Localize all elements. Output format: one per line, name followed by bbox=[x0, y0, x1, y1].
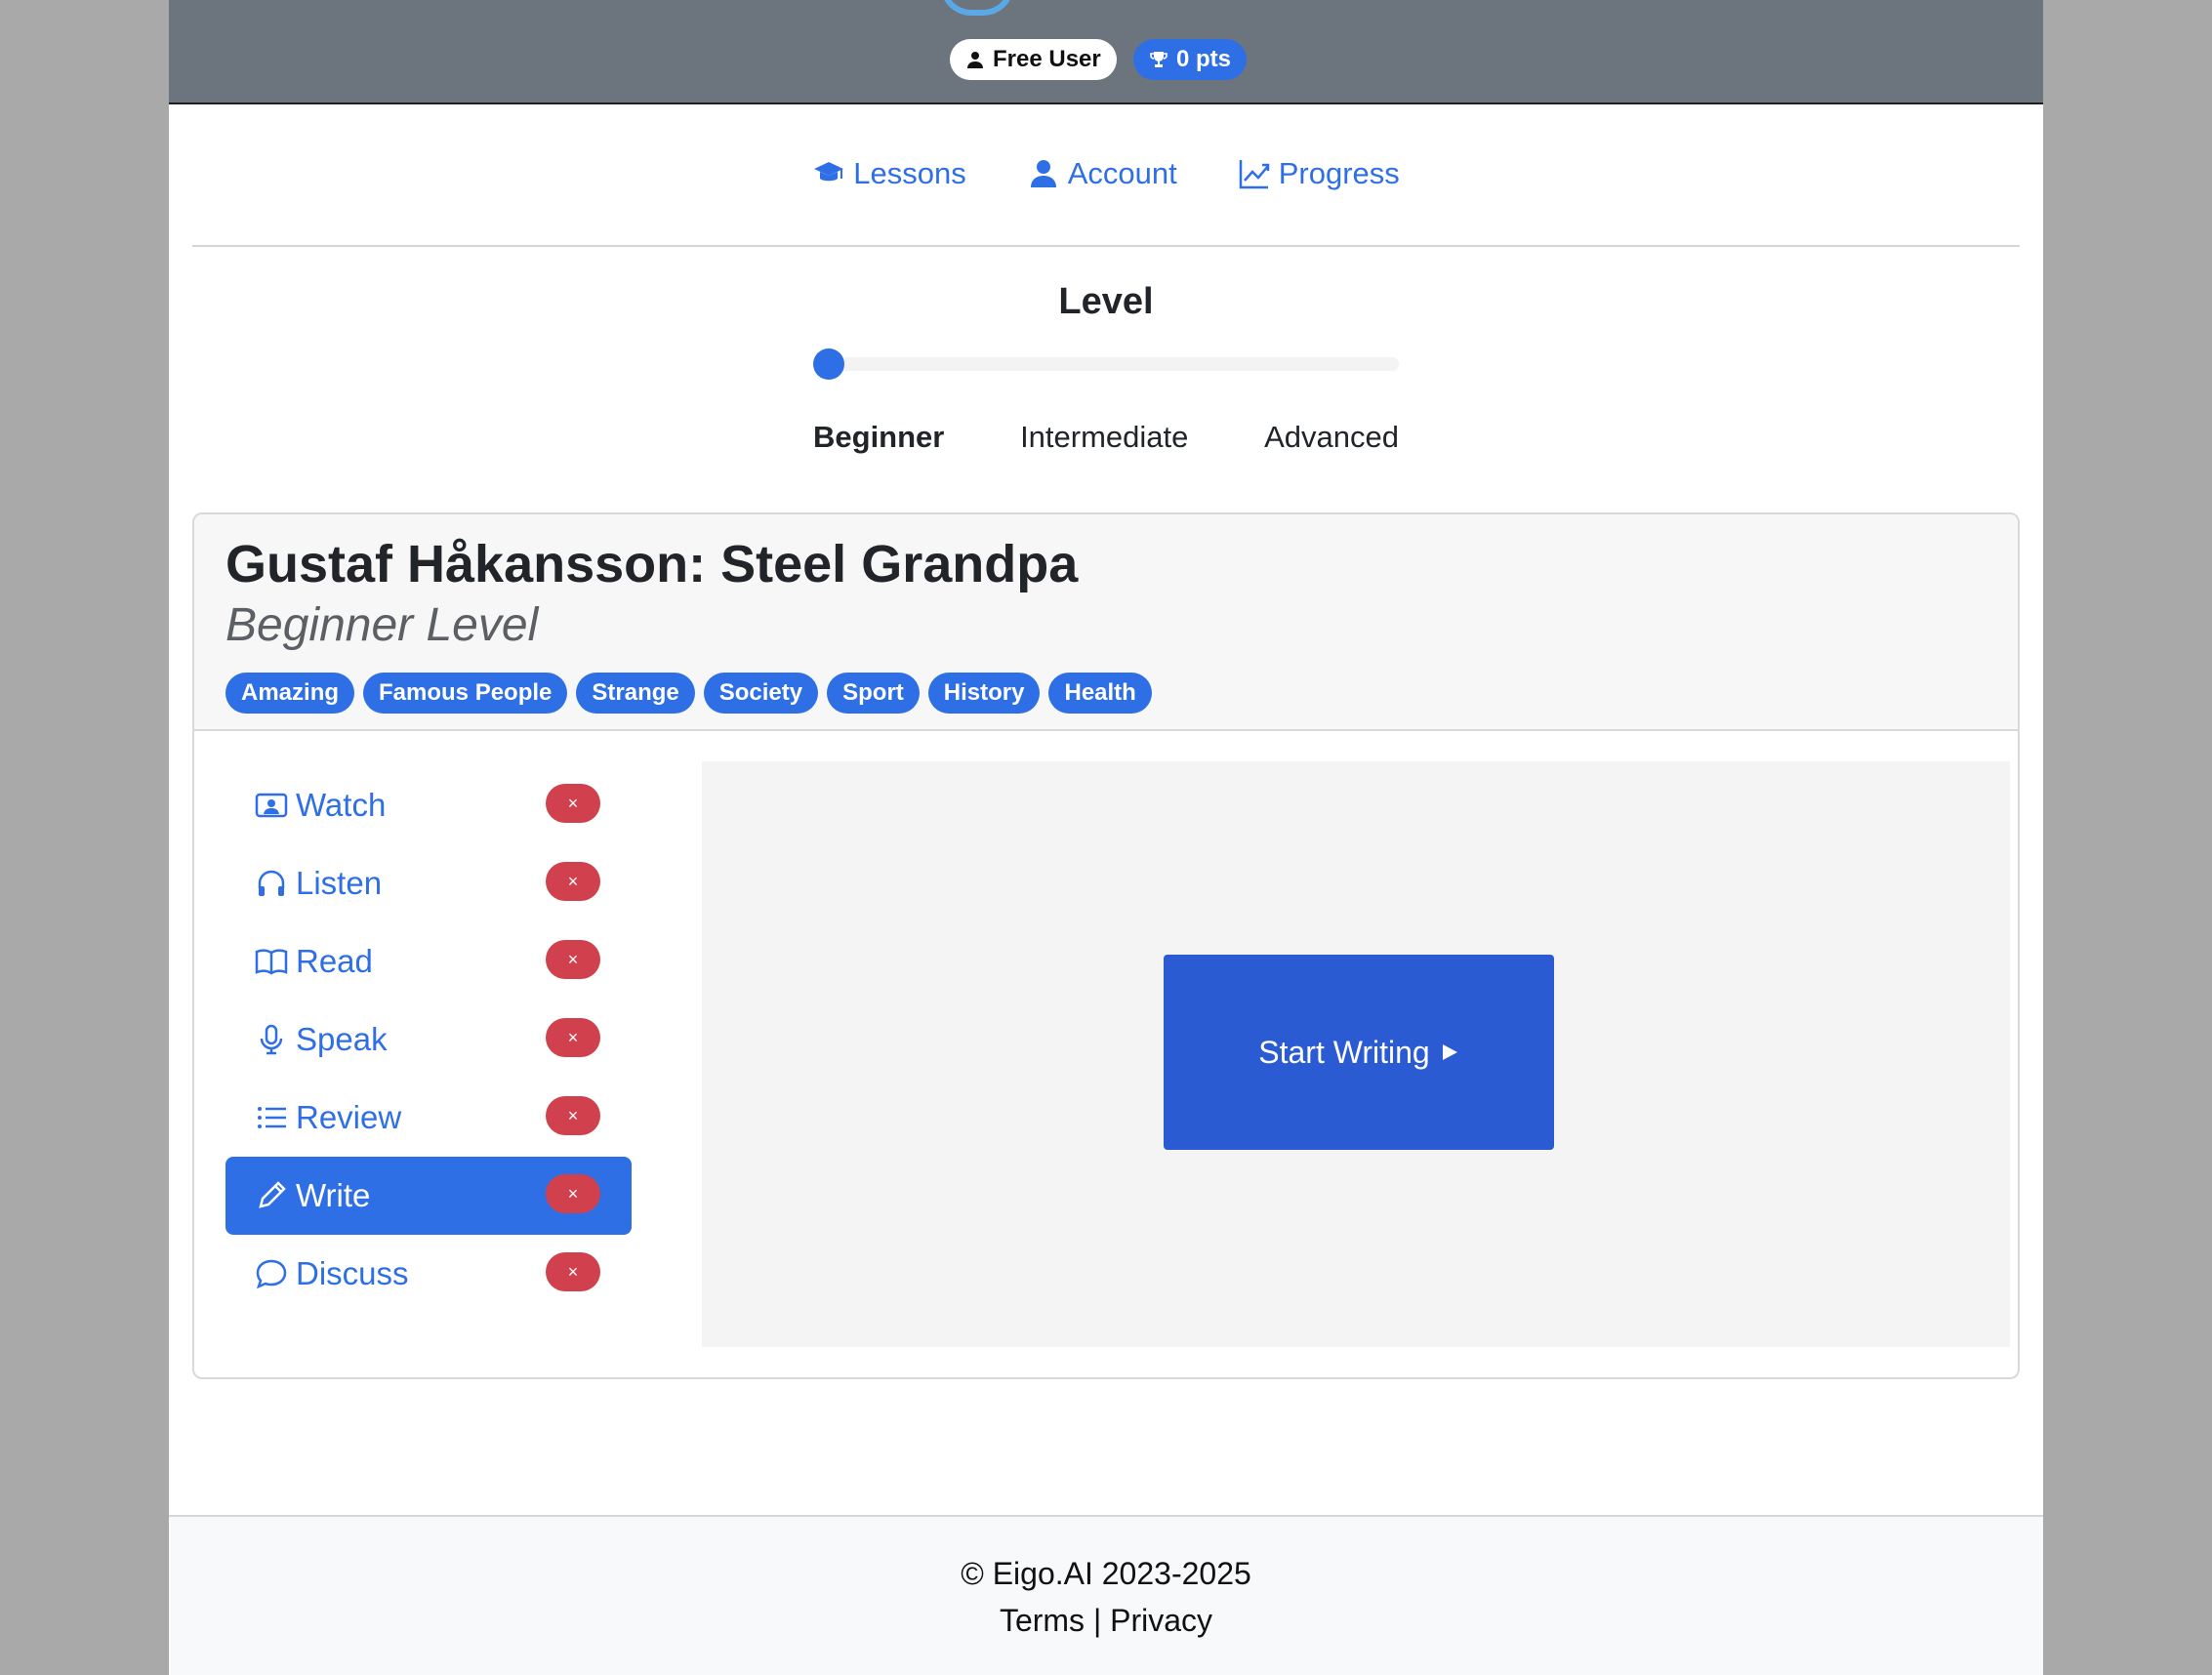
level-slider-handle[interactable] bbox=[813, 348, 844, 380]
level-option-advanced[interactable]: Advanced bbox=[1264, 420, 1399, 455]
chat-icon bbox=[256, 1259, 287, 1289]
level-options: Beginner Intermediate Advanced bbox=[813, 420, 1399, 455]
user-badge: Free User bbox=[950, 39, 1117, 80]
nav-account-label: Account bbox=[1067, 156, 1177, 190]
tag[interactable]: Health bbox=[1048, 673, 1152, 714]
nav-lessons-label: Lessons bbox=[853, 156, 966, 190]
start-writing-label: Start Writing bbox=[1258, 1034, 1430, 1070]
user-icon bbox=[967, 52, 983, 68]
menu-item-write[interactable]: Write × bbox=[225, 1157, 632, 1235]
lesson-card: Gustaf Håkansson: Steel Grandpa Beginner… bbox=[192, 512, 2020, 1379]
tag[interactable]: Strange bbox=[576, 673, 695, 714]
nav-progress[interactable]: Progress bbox=[1238, 156, 1400, 191]
menu-item-label: Discuss bbox=[296, 1255, 409, 1291]
book-icon bbox=[255, 949, 288, 975]
level-slider[interactable] bbox=[813, 348, 1399, 380]
main-nav: Lessons Account Progress bbox=[169, 156, 2043, 191]
lesson-level: Beginner Level bbox=[225, 599, 539, 651]
menu-item-speak[interactable]: Speak × bbox=[225, 1001, 632, 1079]
menu-item-label: Listen bbox=[296, 865, 383, 901]
pencil-icon bbox=[259, 1181, 286, 1208]
logo-icon bbox=[940, 0, 1014, 16]
tag[interactable]: Amazing bbox=[225, 673, 355, 714]
status-badge: × bbox=[546, 1252, 600, 1291]
top-header: Free User 0 pts bbox=[169, 0, 2043, 104]
list-icon bbox=[258, 1107, 286, 1128]
user-badge-label: Free User bbox=[993, 46, 1101, 72]
status-badge: × bbox=[546, 1096, 600, 1135]
app-page: Free User 0 pts Lessons Account Progress… bbox=[169, 0, 2043, 1675]
privacy-link[interactable]: Privacy bbox=[1110, 1603, 1212, 1638]
activity-menu: Watch × Listen × Read × Speak × Review ×… bbox=[225, 766, 632, 1313]
menu-item-review[interactable]: Review × bbox=[225, 1079, 632, 1157]
tag[interactable]: Society bbox=[703, 673, 819, 714]
nav-progress-label: Progress bbox=[1278, 156, 1400, 190]
footer: © Eigo.AI 2023-2025 Terms | Privacy bbox=[169, 1515, 2043, 1675]
terms-link[interactable]: Terms bbox=[1000, 1603, 1085, 1638]
menu-item-discuss[interactable]: Discuss × bbox=[225, 1235, 632, 1313]
lesson-header: Gustaf Håkansson: Steel Grandpa Beginner… bbox=[194, 514, 2018, 731]
points-badge: 0 pts bbox=[1133, 39, 1248, 80]
footer-links: Terms | Privacy bbox=[169, 1603, 2043, 1639]
lesson-title: Gustaf Håkansson: Steel Grandpa bbox=[225, 535, 1079, 593]
level-option-intermediate[interactable]: Intermediate bbox=[1020, 420, 1188, 455]
tag[interactable]: History bbox=[927, 673, 1041, 714]
menu-item-label: Read bbox=[296, 943, 373, 979]
menu-item-label: Write bbox=[296, 1177, 371, 1213]
headphones-icon bbox=[258, 870, 285, 896]
nav-account[interactable]: Account bbox=[1027, 156, 1177, 191]
divider bbox=[192, 245, 2020, 247]
graduation-cap-icon bbox=[814, 162, 844, 182]
tag-list: Amazing Famous People Strange Society Sp… bbox=[225, 673, 1152, 714]
user-icon bbox=[1030, 160, 1056, 187]
menu-item-read[interactable]: Read × bbox=[225, 922, 632, 1001]
status-badge: × bbox=[546, 1018, 600, 1057]
video-icon bbox=[255, 793, 288, 818]
play-icon bbox=[1442, 1044, 1457, 1060]
trophy-icon bbox=[1150, 52, 1167, 67]
status-badge: × bbox=[546, 940, 600, 979]
tag[interactable]: Famous People bbox=[363, 673, 568, 714]
status-badge: × bbox=[546, 862, 600, 901]
menu-item-watch[interactable]: Watch × bbox=[225, 766, 632, 844]
nav-lessons[interactable]: Lessons bbox=[812, 156, 966, 191]
tag[interactable]: Sport bbox=[827, 673, 920, 714]
footer-separator: | bbox=[1092, 1603, 1102, 1638]
status-badge: × bbox=[546, 784, 600, 823]
menu-item-label: Watch bbox=[296, 787, 387, 823]
points-badge-label: 0 pts bbox=[1176, 46, 1232, 72]
menu-item-listen[interactable]: Listen × bbox=[225, 844, 632, 922]
level-option-beginner[interactable]: Beginner bbox=[813, 420, 944, 455]
copyright-text: © Eigo.AI 2023-2025 bbox=[961, 1556, 1251, 1591]
start-writing-button[interactable]: Start Writing bbox=[1164, 955, 1554, 1150]
menu-item-label: Review bbox=[296, 1099, 402, 1135]
level-heading: Level bbox=[1058, 281, 1154, 322]
status-badge: × bbox=[546, 1174, 600, 1213]
menu-item-label: Speak bbox=[296, 1021, 388, 1057]
activity-panel: Start Writing bbox=[702, 761, 2010, 1347]
microphone-icon bbox=[260, 1024, 283, 1055]
chart-line-icon bbox=[1239, 160, 1269, 189]
